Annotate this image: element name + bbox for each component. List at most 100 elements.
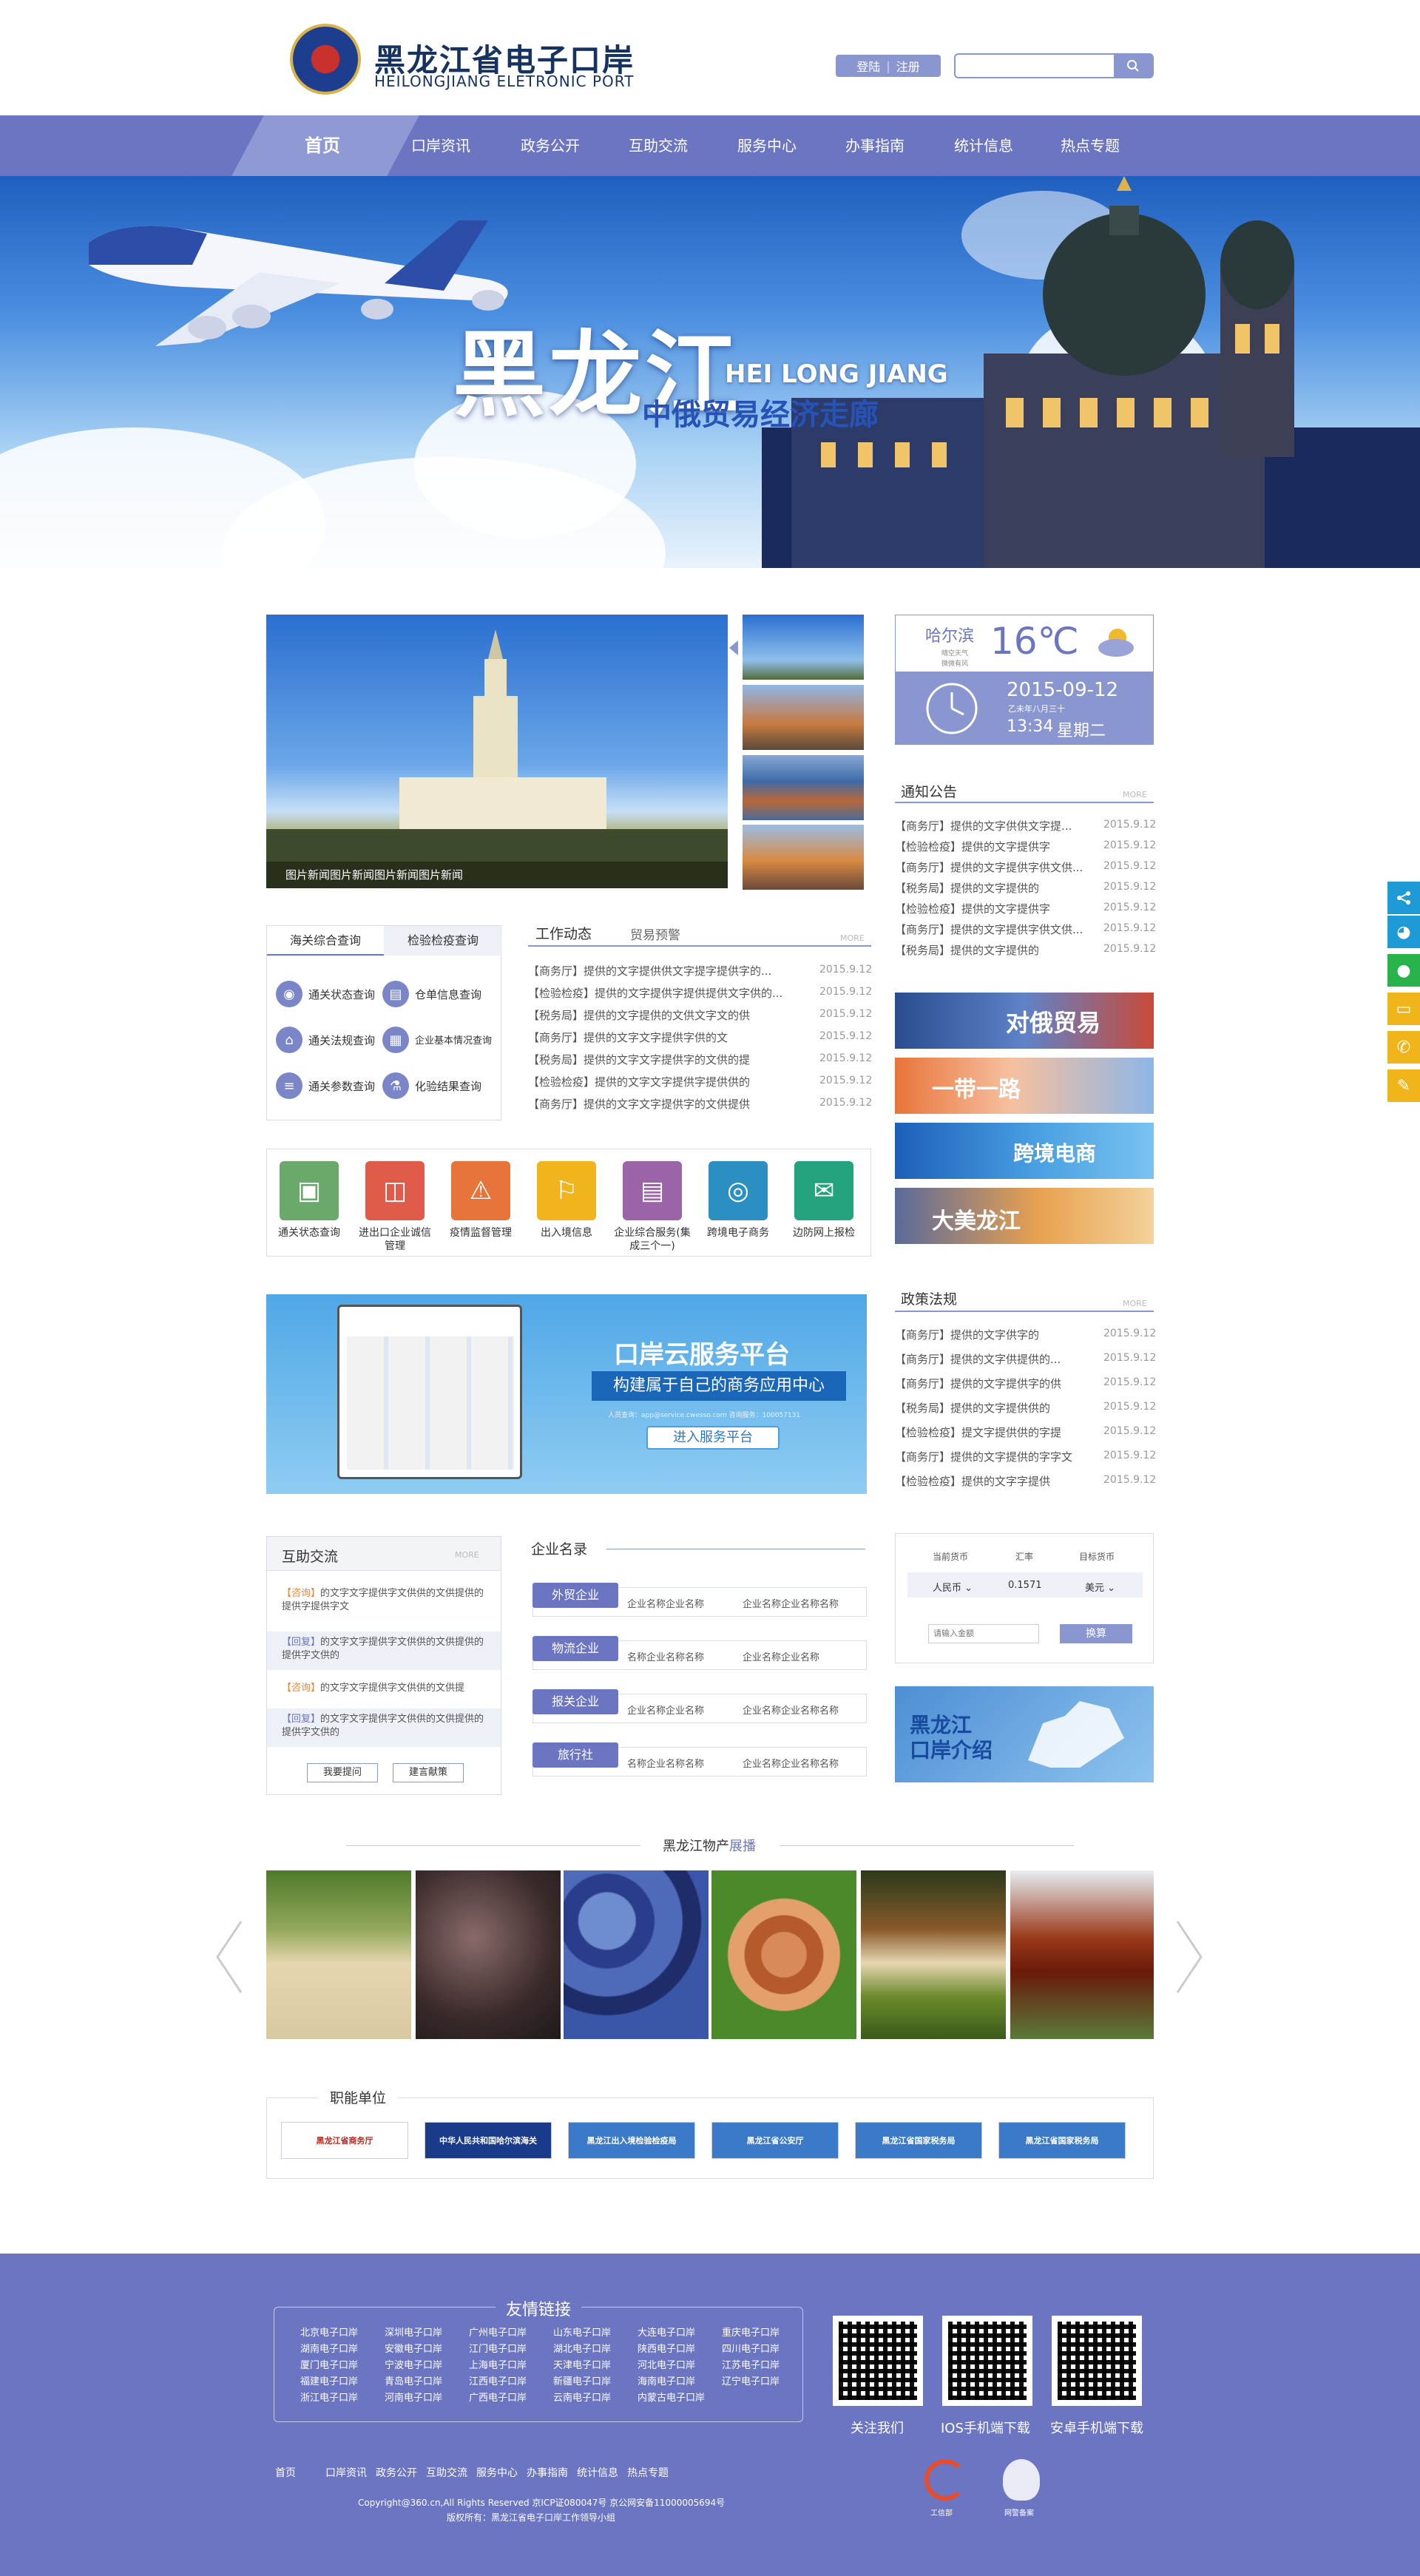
notice-item[interactable]: 【税务局】提供的文字提供的 bbox=[895, 880, 1093, 896]
unit-logo[interactable]: 黑龙江省国家税务局 bbox=[998, 2122, 1126, 2159]
unit-logo[interactable]: 黑龙江出入境检验检疫局 bbox=[568, 2122, 695, 2159]
product-pine-nut-image[interactable] bbox=[711, 1870, 856, 2039]
service-icon-2[interactable]: ◫ bbox=[365, 1161, 425, 1220]
footer-nav-link[interactable]: 服务中心 bbox=[476, 2465, 518, 2480]
footer-nav-link[interactable]: 办事指南 bbox=[527, 2465, 568, 2480]
exchange-amount-input[interactable] bbox=[928, 1624, 1039, 1643]
mutual-item-4[interactable]: 【回复】的文字文字提供字文供供的文供提供的提供字文供的 bbox=[267, 1708, 501, 1747]
promo-belt-road[interactable]: 一带一路 bbox=[895, 1058, 1154, 1114]
mutual-item-1[interactable]: 【咨询】的文字文字提供字文供供的文供提供的提供字提供字文 bbox=[267, 1587, 501, 1623]
ask-question-button[interactable]: 我要提问 bbox=[307, 1763, 378, 1782]
search-button[interactable] bbox=[1114, 55, 1152, 77]
policy-item[interactable]: 【检验检疫】提文字提供供的字提 bbox=[895, 1424, 1093, 1440]
friend-link[interactable]: 湖北电子口岸 bbox=[553, 2341, 611, 2355]
notices-more[interactable]: MORE bbox=[1123, 790, 1147, 799]
promo-russia-trade[interactable]: 对俄贸易 bbox=[895, 993, 1154, 1049]
friend-link[interactable]: 江苏电子口岸 bbox=[722, 2357, 780, 2371]
policy-title[interactable]: 政策法规 bbox=[901, 1288, 957, 1308]
work-news-item[interactable]: 【检验检疫】提供的文字提供字提供提供文字供的... bbox=[528, 985, 802, 1001]
friend-link[interactable]: 上海电子口岸 bbox=[469, 2357, 527, 2371]
service-label[interactable]: 跨境电子商务 bbox=[697, 1226, 779, 1240]
work-news-item[interactable]: 【商务厅】提供的文字文字提供字供的文 bbox=[528, 1030, 802, 1045]
nav-item-stats[interactable]: 统计信息 bbox=[954, 115, 1013, 176]
friend-link[interactable]: 辽宁电子口岸 bbox=[722, 2373, 780, 2387]
site-logo[interactable] bbox=[290, 24, 361, 95]
friend-link[interactable]: 陕西电子口岸 bbox=[638, 2341, 695, 2355]
friend-link[interactable]: 深圳电子口岸 bbox=[385, 2325, 442, 2339]
footer-nav-link[interactable]: 首页 bbox=[275, 2465, 296, 2480]
work-news-item[interactable]: 【商务厅】提供的文字文字提供字的文供提供 bbox=[528, 1096, 802, 1112]
friend-link[interactable]: 厦门电子口岸 bbox=[300, 2357, 358, 2371]
policy-item[interactable]: 【商务厅】提供的文字提供字的供 bbox=[895, 1376, 1093, 1391]
directory-company[interactable]: 企业名称企业名称 bbox=[627, 1703, 738, 1717]
notice-item[interactable]: 【检验检疫】提供的文字提供字 bbox=[895, 839, 1093, 854]
friend-link[interactable]: 天津电子口岸 bbox=[553, 2357, 611, 2371]
cloud-platform-banner[interactable]: 口岸云服务平台 构建属于自己的商务应用中心 人员查询：app@service.c… bbox=[266, 1294, 867, 1494]
search-input[interactable] bbox=[956, 55, 1114, 77]
slider-thumb-4[interactable] bbox=[743, 825, 864, 890]
friend-link[interactable]: 安徽电子口岸 bbox=[385, 2341, 442, 2355]
tab-work-news[interactable]: 工作动态 bbox=[535, 923, 592, 943]
friend-link[interactable]: 四川电子口岸 bbox=[722, 2341, 780, 2355]
policy-item[interactable]: 【商务厅】提供的文字提供的字字文 bbox=[895, 1449, 1093, 1464]
query-item-2[interactable]: 仓单信息查询 bbox=[415, 987, 481, 1002]
friend-link[interactable]: 河北电子口岸 bbox=[638, 2357, 695, 2371]
policy-item[interactable]: 【商务厅】提供的文字供提供的... bbox=[895, 1351, 1093, 1367]
phone-button[interactable]: ✆ bbox=[1387, 1031, 1420, 1064]
friend-link[interactable]: 浙江电子口岸 bbox=[300, 2390, 358, 2404]
query-item-4[interactable]: 企业基本情况查询 bbox=[415, 1032, 492, 1047]
nav-item-service[interactable]: 服务中心 bbox=[737, 115, 797, 176]
work-news-item[interactable]: 【商务厅】提供的文字提供供文字提字提供字的... bbox=[528, 963, 802, 978]
footer-nav-link[interactable]: 统计信息 bbox=[577, 2465, 618, 2480]
service-label[interactable]: 边防网上报检 bbox=[783, 1226, 865, 1240]
mutual-more[interactable]: MORE bbox=[455, 1550, 479, 1560]
product-blueberry-image[interactable] bbox=[564, 1870, 709, 2039]
notice-item[interactable]: 【商务厅】提供的文字提供字供文供... bbox=[895, 859, 1093, 875]
qr-ios[interactable] bbox=[942, 2316, 1032, 2406]
mutual-item-2[interactable]: 【回复】的文字文字提供字文供供的文供提供的提供字文供的 bbox=[267, 1632, 501, 1670]
directory-company[interactable]: 企业名称企业名称 bbox=[627, 1596, 738, 1610]
service-icon-5[interactable]: ▤ bbox=[623, 1161, 682, 1220]
slider-thumb-3[interactable] bbox=[743, 755, 864, 820]
wechat-button[interactable]: ● bbox=[1387, 954, 1420, 987]
friend-link[interactable]: 广州电子口岸 bbox=[469, 2325, 527, 2339]
qq-button[interactable]: ◕ bbox=[1387, 916, 1420, 948]
friend-link[interactable]: 大连电子口岸 bbox=[638, 2325, 695, 2339]
miit-badge-icon[interactable] bbox=[924, 2459, 966, 2501]
friend-link[interactable]: 河南电子口岸 bbox=[385, 2390, 442, 2404]
products-prev-arrow[interactable] bbox=[214, 1919, 244, 1995]
service-icon-7[interactable]: ✉ bbox=[794, 1161, 853, 1220]
port-intro-banner[interactable]: 黑龙江 口岸介绍 bbox=[895, 1686, 1154, 1782]
friend-link[interactable]: 海南电子口岸 bbox=[638, 2373, 695, 2387]
directory-category[interactable]: 外贸企业 bbox=[532, 1583, 618, 1608]
work-more[interactable]: MORE bbox=[840, 933, 865, 943]
nav-item-gov-affairs[interactable]: 政务公开 bbox=[521, 115, 580, 176]
qr-follow[interactable] bbox=[833, 2316, 923, 2406]
service-icon-6[interactable]: ◎ bbox=[709, 1161, 768, 1220]
service-label[interactable]: 企业综合服务(集成三个一) bbox=[612, 1226, 693, 1253]
notice-item[interactable]: 【税务局】提供的文字提供的 bbox=[895, 942, 1093, 958]
footer-nav-link[interactable]: 互助交流 bbox=[426, 2465, 467, 2480]
product-rice-image[interactable] bbox=[266, 1870, 411, 2039]
mutual-title[interactable]: 互助交流 bbox=[282, 1546, 338, 1566]
policy-item[interactable]: 【商务厅】提供的文字供字的 bbox=[895, 1327, 1093, 1342]
friend-link[interactable]: 江门电子口岸 bbox=[469, 2341, 527, 2355]
friend-link[interactable]: 湖南电子口岸 bbox=[300, 2341, 358, 2355]
query-item-5[interactable]: 通关参数查询 bbox=[308, 1078, 375, 1094]
friend-link[interactable]: 云南电子口岸 bbox=[553, 2390, 611, 2404]
notice-item[interactable]: 【商务厅】提供的文字提供字供文供... bbox=[895, 922, 1093, 937]
unit-logo[interactable]: 黑龙江省公安厅 bbox=[711, 2122, 839, 2159]
directory-category[interactable]: 旅行社 bbox=[532, 1742, 618, 1768]
exchange-from-select[interactable]: 人民币 ⌄ bbox=[933, 1580, 973, 1594]
nav-item-home[interactable]: 首页 bbox=[305, 115, 340, 176]
slider-thumb-1[interactable] bbox=[743, 615, 864, 680]
unit-logo[interactable]: 黑龙江省商务厅 bbox=[281, 2122, 408, 2159]
footer-nav-link[interactable]: 政务公开 bbox=[376, 2465, 417, 2480]
login-link[interactable]: 登陆 bbox=[856, 57, 880, 75]
directory-company[interactable]: 名称企业名称名称 bbox=[627, 1756, 738, 1770]
convert-button[interactable]: 换算 bbox=[1060, 1624, 1132, 1643]
product-lingzhi-image[interactable] bbox=[1010, 1870, 1154, 2039]
policy-more[interactable]: MORE bbox=[1123, 1299, 1147, 1308]
nav-item-guide[interactable]: 办事指南 bbox=[845, 115, 905, 176]
service-icon-4[interactable]: ⚐ bbox=[537, 1161, 596, 1220]
